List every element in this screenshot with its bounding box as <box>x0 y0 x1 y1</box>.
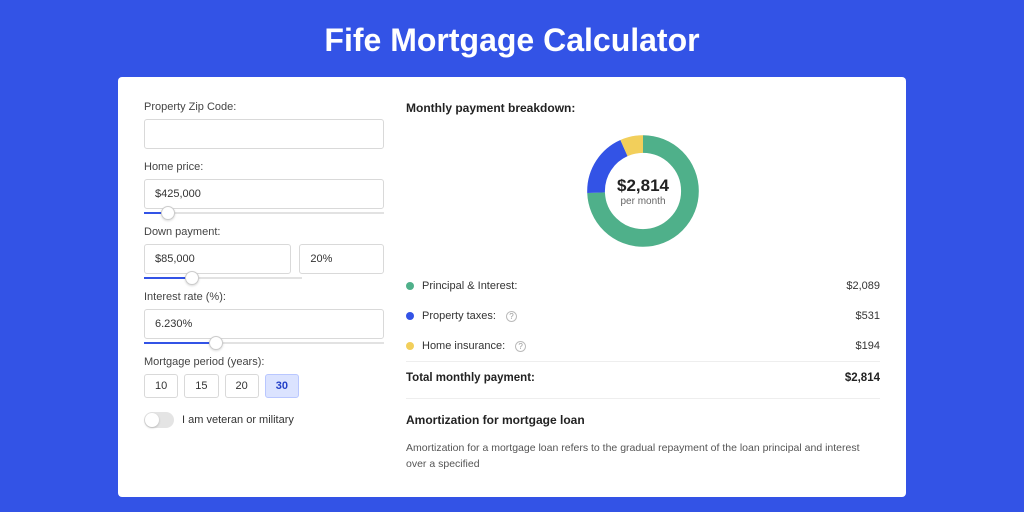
slider-thumb[interactable] <box>209 336 223 350</box>
slider-thumb[interactable] <box>161 206 175 220</box>
donut-value: $2,814 <box>617 176 669 196</box>
legend-dot-icon <box>406 282 414 290</box>
donut-sub: per month <box>620 196 665 207</box>
zip-label: Property Zip Code: <box>144 101 384 113</box>
home-price-field: Home price: <box>144 161 384 214</box>
period-button-15[interactable]: 15 <box>184 374 218 398</box>
down-payment-label: Down payment: <box>144 226 384 238</box>
total-label: Total monthly payment: <box>406 372 535 384</box>
page-title: Fife Mortgage Calculator <box>0 0 1024 77</box>
veteran-row: I am veteran or military <box>144 412 384 428</box>
period-field: Mortgage period (years): 1015 2030 <box>144 356 384 398</box>
home-price-slider[interactable] <box>144 212 384 214</box>
veteran-label: I am veteran or military <box>182 414 294 426</box>
legend-value: $2,089 <box>846 280 880 292</box>
interest-field: Interest rate (%): <box>144 291 384 344</box>
interest-input[interactable] <box>144 309 384 339</box>
amortization-heading: Amortization for mortgage loan <box>406 413 880 427</box>
legend-label: Property taxes: <box>422 310 496 322</box>
amortization-text: Amortization for a mortgage loan refers … <box>406 441 880 473</box>
period-label: Mortgage period (years): <box>144 356 384 368</box>
breakdown-heading: Monthly payment breakdown: <box>406 101 880 115</box>
legend-value: $531 <box>856 310 880 322</box>
legend-row: Principal & Interest: $2,089 <box>406 271 880 301</box>
legend-dot-icon <box>406 312 414 320</box>
down-payment-percent-input[interactable] <box>299 244 384 274</box>
legend-row: Home insurance:? $194 <box>406 331 880 361</box>
period-button-20[interactable]: 20 <box>225 374 259 398</box>
down-payment-amount-input[interactable] <box>144 244 291 274</box>
help-icon[interactable]: ? <box>506 311 517 322</box>
period-button-10[interactable]: 10 <box>144 374 178 398</box>
legend-label: Home insurance: <box>422 340 505 352</box>
legend-label: Principal & Interest: <box>422 280 517 292</box>
toggle-knob <box>145 413 159 427</box>
interest-label: Interest rate (%): <box>144 291 384 303</box>
donut-chart: $2,814 per month <box>406 129 880 253</box>
down-payment-slider[interactable] <box>144 277 302 279</box>
legend-list: Principal & Interest: $2,089 Property taxe… <box>406 271 880 361</box>
period-button-30[interactable]: 30 <box>265 374 299 398</box>
breakdown-panel: Monthly payment breakdown: $2,814 per mo… <box>406 101 880 497</box>
slider-thumb[interactable] <box>185 271 199 285</box>
input-panel: Property Zip Code: Home price: Down paym… <box>144 101 384 497</box>
down-payment-field: Down payment: <box>144 226 384 279</box>
amortization-section: Amortization for mortgage loan Amortizat… <box>406 398 880 473</box>
home-price-input[interactable] <box>144 179 384 209</box>
calculator-card: Property Zip Code: Home price: Down paym… <box>118 77 906 497</box>
veteran-toggle[interactable] <box>144 412 174 428</box>
legend-dot-icon <box>406 342 414 350</box>
interest-slider[interactable] <box>144 342 384 344</box>
help-icon[interactable]: ? <box>515 341 526 352</box>
legend-row: Property taxes:? $531 <box>406 301 880 331</box>
total-row: Total monthly payment: $2,814 <box>406 361 880 398</box>
donut-center: $2,814 per month <box>581 129 705 253</box>
zip-input[interactable] <box>144 119 384 149</box>
zip-field: Property Zip Code: <box>144 101 384 149</box>
legend-value: $194 <box>856 340 880 352</box>
total-value: $2,814 <box>845 372 880 384</box>
home-price-label: Home price: <box>144 161 384 173</box>
